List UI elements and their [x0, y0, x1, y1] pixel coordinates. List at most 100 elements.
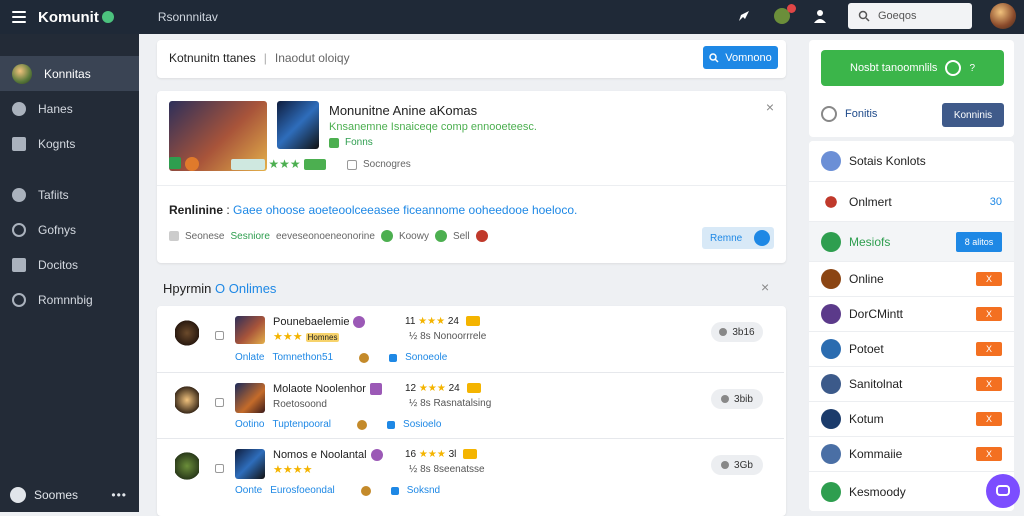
section-title: Hpyrmin O Onlimes	[163, 281, 276, 296]
friend-item[interactable]: Potoet X	[809, 331, 1014, 366]
brand-logo[interactable]: Komunit	[38, 9, 114, 26]
row-pill-button[interactable]: 3Gb	[711, 455, 763, 475]
sub-link[interactable]: Tuptenpooral	[272, 419, 331, 430]
game-name[interactable]: Nomos e Noolantal	[273, 449, 367, 461]
character-icon	[175, 451, 199, 481]
sidebar-item-tafiits[interactable]: Tafiits	[0, 177, 139, 212]
search-placeholder: Goeqos	[878, 10, 917, 22]
account-icon	[10, 487, 26, 503]
close-icon[interactable]: ×	[766, 99, 774, 115]
group-icon	[12, 258, 26, 272]
meta-link[interactable]: Sesniore	[230, 231, 269, 242]
building-icon	[12, 137, 26, 151]
pill-label: 3b16	[732, 327, 754, 338]
friend-item[interactable]: Online X	[809, 261, 1014, 296]
meta-tag: Koowy	[399, 231, 429, 242]
friend-add-button[interactable]: X	[976, 272, 1002, 286]
feature-action-label: Remne	[710, 233, 742, 244]
feature-headline-link[interactable]: Gaee ohoose aoeteoolceeasee ficeannome o…	[233, 203, 577, 217]
close-icon[interactable]: ×	[761, 279, 769, 295]
friend-add-button[interactable]: X	[976, 377, 1002, 391]
sub-link[interactable]: Soksnd	[407, 485, 440, 496]
user-icon[interactable]	[810, 6, 830, 26]
feature-action-button[interactable]: Remne	[702, 227, 774, 249]
friend-name: Kommaiie	[849, 447, 902, 461]
list-item[interactable]: Nomos e Noolantal ★★★★ 16 ★★★ 3l ½ 8s 8s…	[157, 438, 784, 504]
sub-link[interactable]: Oonte	[235, 485, 262, 496]
friend-item[interactable]: Sanitolnat X	[809, 366, 1014, 401]
list-item[interactable]: Pounebaelemie ★★★ Homnes 11 ★★★ 24 ½ 8s …	[157, 306, 784, 372]
feature-count-label: Socnogres	[363, 159, 411, 170]
chat-bubble-icon[interactable]	[986, 474, 1020, 508]
more-icon[interactable]: •••	[111, 488, 127, 502]
sidebar-item-konnitas[interactable]: Konnitas	[0, 56, 139, 91]
game-count-2: 24	[448, 316, 459, 327]
row-pill-button[interactable]: 3b16	[711, 322, 763, 342]
person-icon	[12, 188, 26, 202]
star-icon: ★★★	[419, 449, 446, 460]
row-checkbox[interactable]	[215, 398, 224, 407]
sidebar-item-romnnbig[interactable]: Romnnbig	[0, 282, 139, 317]
game-name[interactable]: Pounebaelemie	[273, 316, 349, 328]
friend-name: DorCMintt	[849, 307, 903, 321]
sub-link[interactable]: Sonoeole	[405, 352, 447, 363]
refresh-icon	[754, 230, 770, 246]
sidebar-item-docitos[interactable]: Docitos	[0, 247, 139, 282]
friend-item[interactable]: Kesmoody	[809, 471, 1014, 511]
sidebar-item-hanes[interactable]: Hanes	[0, 91, 139, 126]
title-separator: |	[264, 51, 267, 65]
friend-add-button[interactable]: X	[976, 447, 1002, 461]
friend-item[interactable]: Kommaiie X	[809, 436, 1014, 471]
header-action-button[interactable]: Vomnono	[703, 46, 778, 69]
promo-user[interactable]: Fonitis	[845, 108, 877, 120]
rating-text: ½ 8s Nonoorrrele	[409, 331, 486, 342]
sidebar-item-gofnys[interactable]: Gofnys	[0, 212, 139, 247]
friend-item[interactable]: Mesiofs 8 alitos	[809, 221, 1014, 261]
game-count: 12	[405, 383, 416, 394]
game-count-2: 24	[449, 383, 460, 394]
promo-button[interactable]: Konninis	[942, 103, 1004, 127]
row-checkbox[interactable]	[215, 464, 224, 473]
friend-avatar	[821, 269, 841, 289]
sub-link[interactable]: Tomnethon51	[272, 352, 333, 363]
sync-icon	[821, 106, 837, 122]
sidebar-footer[interactable]: Soomes •••	[0, 484, 139, 506]
friend-item[interactable]: DorCMintt X	[809, 296, 1014, 331]
search-input[interactable]: Goeqos	[848, 3, 972, 29]
rocket-icon[interactable]	[734, 6, 754, 26]
game-name[interactable]: Molaote Noolenhor	[273, 383, 366, 395]
list-item[interactable]: Molaote Noolenhor Roetosoond 12 ★★★ 24 ½…	[157, 372, 784, 438]
friend-action-button[interactable]: 8 alitos	[956, 232, 1002, 252]
friend-item[interactable]: Kotum X	[809, 401, 1014, 436]
feature-thumbnail-small[interactable]	[277, 101, 319, 149]
profile-avatar[interactable]	[990, 3, 1016, 29]
friend-item[interactable]: Onlmert 30	[809, 181, 1014, 221]
promo-banner[interactable]: Nosbt tanoomnlils ?	[821, 50, 1004, 86]
sidebar-item-kognts[interactable]: Kognts	[0, 126, 139, 161]
chat-icon	[387, 421, 395, 429]
brand-dot-icon	[102, 11, 114, 23]
headline-colon: :	[226, 203, 229, 217]
sub-link[interactable]: Eurosfoeondal	[270, 485, 335, 496]
feature-description: Knsanemne Isnaiceqe comp ennooeteesc.	[329, 121, 537, 133]
friend-add-button[interactable]: X	[976, 342, 1002, 356]
sub-link[interactable]: Ootino	[235, 419, 264, 430]
score-badge	[304, 159, 326, 170]
game-thumbnail	[235, 383, 265, 413]
row-checkbox[interactable]	[215, 331, 224, 340]
feature-headline: Renlinine	[169, 203, 223, 217]
friend-add-button[interactable]: X	[976, 412, 1002, 426]
menu-icon[interactable]	[12, 11, 26, 23]
game-list: Pounebaelemie ★★★ Homnes 11 ★★★ 24 ½ 8s …	[157, 306, 786, 516]
section-title-link[interactable]: O Onlimes	[215, 281, 276, 296]
feature-badge-label: Fonns	[345, 137, 373, 148]
sub-link[interactable]: Onlate	[235, 352, 264, 363]
notification-avatar-icon[interactable]	[772, 6, 792, 26]
row-pill-button[interactable]: 3bib	[711, 389, 763, 409]
coin-icon	[361, 486, 371, 496]
friend-add-button[interactable]: X	[976, 307, 1002, 321]
help-icon[interactable]: ?	[969, 63, 975, 74]
meta-label: Seonese	[185, 231, 224, 242]
sub-link[interactable]: Sosioelo	[403, 419, 441, 430]
friend-item[interactable]: Sotais Konlots	[809, 141, 1014, 181]
